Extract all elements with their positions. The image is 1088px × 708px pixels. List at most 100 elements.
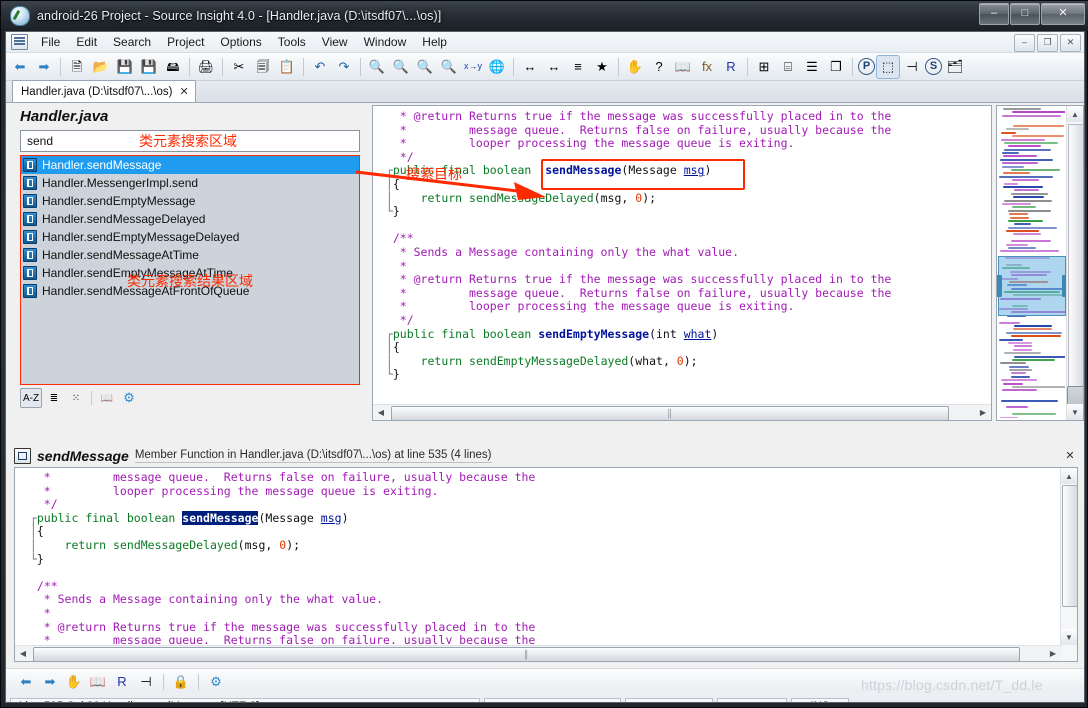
save-icon[interactable]: 💾 [114, 56, 136, 78]
context-code-view[interactable]: * message queue. Returns false on failur… [14, 467, 1078, 662]
undo-icon[interactable]: ↶ [309, 56, 331, 78]
menu-edit[interactable]: Edit [68, 33, 105, 51]
menu-help[interactable]: Help [414, 33, 455, 51]
symbol-browser-icon[interactable]: 📖 [672, 56, 694, 78]
symbol-result-list[interactable]: Handler.sendMessage Handler.MessengerImp… [20, 155, 360, 385]
menu-project[interactable]: Project [159, 33, 212, 51]
print-icon[interactable]: 🖨 [195, 56, 217, 78]
scroll-thumb[interactable] [1062, 485, 1077, 607]
editor-horizontal-scrollbar[interactable]: ◀ ║ ▶ [373, 404, 991, 420]
minimap-scrollbar[interactable]: ▲ ▼ [1066, 106, 1083, 420]
back-icon[interactable]: ⬅ [9, 56, 31, 78]
mdi-restore-button[interactable]: ❐ [1037, 34, 1058, 52]
symbol-book-button[interactable]: 📖 [97, 389, 117, 407]
folders-icon[interactable]: 🗂 [944, 56, 966, 78]
cut-icon[interactable]: ✂ [228, 56, 250, 78]
context-vertical-scrollbar[interactable]: ▲ ▼ [1060, 468, 1077, 661]
list-item[interactable]: Handler.sendMessageAtTime [21, 246, 359, 264]
scroll-thumb[interactable]: ║ [391, 405, 949, 420]
list-item[interactable]: Handler.MessengerImpl.send [21, 174, 359, 192]
context-horizontal-scrollbar[interactable]: ◀ ║ ▶ [15, 645, 1061, 661]
symbol-book-icon[interactable]: 📖 [87, 671, 109, 693]
horizontal-split-icon[interactable]: ⌸ [777, 56, 799, 78]
menu-search[interactable]: Search [105, 33, 159, 51]
scroll-up-icon[interactable]: ▲ [1067, 106, 1083, 122]
list-item[interactable]: Handler.sendMessageDelayed [21, 210, 359, 228]
back-icon[interactable]: ⬅ [15, 671, 37, 693]
symbol-search-input[interactable] [21, 133, 139, 149]
minimap-grip-left[interactable] [997, 275, 1002, 297]
menu-file[interactable]: File [33, 33, 68, 51]
scroll-right-icon[interactable]: ▶ [1045, 646, 1061, 662]
tile-windows-icon[interactable]: ⊞ [753, 56, 775, 78]
indent-icon[interactable]: ≡ [567, 56, 589, 78]
menu-window[interactable]: Window [356, 33, 415, 51]
settings-gear-icon[interactable]: ⚙ [205, 671, 227, 693]
relation-window-icon[interactable]: R [111, 671, 133, 693]
scroll-right-icon[interactable]: ▶ [975, 405, 991, 421]
save-as-icon[interactable]: 💾 [138, 56, 160, 78]
menu-options[interactable]: Options [212, 33, 269, 51]
redo-icon[interactable]: ↷ [333, 56, 355, 78]
context-panel-close-icon[interactable]: ✕ [1060, 447, 1080, 463]
code-editor[interactable]: * @return Returns true if the message wa… [372, 105, 992, 421]
open-file-icon[interactable]: 📂 [90, 56, 112, 78]
list-item[interactable]: Handler.sendEmptyMessageDelayed [21, 228, 359, 246]
minimap-viewport[interactable] [997, 256, 1069, 316]
paste-icon[interactable]: 📋 [276, 56, 298, 78]
list-item[interactable]: Handler.sendMessage [21, 156, 359, 174]
scroll-left-icon[interactable]: ◀ [373, 405, 389, 421]
jump-forward-icon[interactable]: ↔ [543, 56, 565, 78]
scroll-left-icon[interactable]: ◀ [15, 646, 31, 662]
mdi-minimize-button[interactable]: – [1014, 34, 1035, 52]
forward-icon[interactable]: ➡ [33, 56, 55, 78]
scroll-thumb[interactable]: ║ [33, 646, 1020, 661]
project-icon[interactable]: P [858, 58, 875, 75]
tab-close-icon[interactable]: ✕ [179, 85, 188, 98]
outline-icon[interactable]: ⊣ [135, 671, 157, 693]
cascade-windows-icon[interactable]: ❐ [825, 56, 847, 78]
settings-gear-button[interactable]: ⚙ [119, 389, 139, 407]
tab-handler-java[interactable]: Handler.java (D:\itsdf07\...\os) ✕ [12, 80, 196, 102]
highlight-icon[interactable]: ✋ [63, 671, 85, 693]
new-file-icon[interactable]: 🗎 [66, 56, 88, 78]
jump-back-icon[interactable]: ↔ [519, 56, 541, 78]
search-files-icon[interactable]: 🔍 [438, 56, 460, 78]
search-backward-icon[interactable]: 🔍 [390, 56, 412, 78]
highlight-icon[interactable]: ✋ [624, 56, 646, 78]
bookmark-icon[interactable]: ★ [591, 56, 613, 78]
sort-alpha-button[interactable]: A-Z [20, 388, 42, 408]
function-icon[interactable]: fx [696, 56, 718, 78]
source-icon[interactable]: S [925, 58, 942, 75]
context-help-icon[interactable]: ? [648, 56, 670, 78]
web-search-icon[interactable]: 🌐 [486, 56, 508, 78]
vertical-split-icon[interactable]: ☰ [801, 56, 823, 78]
scroll-down-icon[interactable]: ▼ [1061, 629, 1077, 645]
copy-icon[interactable]: 🗐 [252, 56, 274, 78]
minimap-scroll-track[interactable] [1068, 124, 1083, 420]
save-all-icon[interactable]: 🖴 [162, 56, 184, 78]
scroll-up-icon[interactable]: ▲ [1061, 468, 1077, 484]
replace-icon[interactable]: x→y [462, 56, 484, 78]
outline-icon[interactable]: ⊣ [901, 56, 923, 78]
search-icon[interactable]: 🔍 [366, 56, 388, 78]
list-item[interactable]: Handler.sendEmptyMessage [21, 192, 359, 210]
maximize-button[interactable]: □ [1010, 3, 1040, 25]
minimize-button[interactable]: – [979, 3, 1009, 25]
mdi-close-button[interactable]: ✕ [1060, 34, 1081, 52]
relation-window-icon[interactable]: R [720, 56, 742, 78]
menu-view[interactable]: View [314, 33, 356, 51]
panels-icon[interactable]: ⬚ [876, 54, 900, 79]
scroll-track[interactable]: ║ [389, 405, 975, 420]
group-by-type-button[interactable]: ⁙ [66, 389, 86, 407]
search-forward-icon[interactable]: 🔍 [414, 56, 436, 78]
lock-icon[interactable]: 🔒 [170, 671, 192, 693]
code-minimap[interactable]: ▲ ▼ [996, 105, 1084, 421]
list-view-button[interactable]: ≣ [44, 389, 64, 407]
forward-icon[interactable]: ➡ [39, 671, 61, 693]
close-button[interactable]: ✕ [1041, 3, 1085, 25]
scroll-track[interactable]: ║ [31, 646, 1045, 661]
menu-tools[interactable]: Tools [270, 33, 314, 51]
symbol-search-box[interactable]: 类元素搜索区域 [20, 130, 360, 152]
scroll-down-icon[interactable]: ▼ [1067, 404, 1083, 420]
